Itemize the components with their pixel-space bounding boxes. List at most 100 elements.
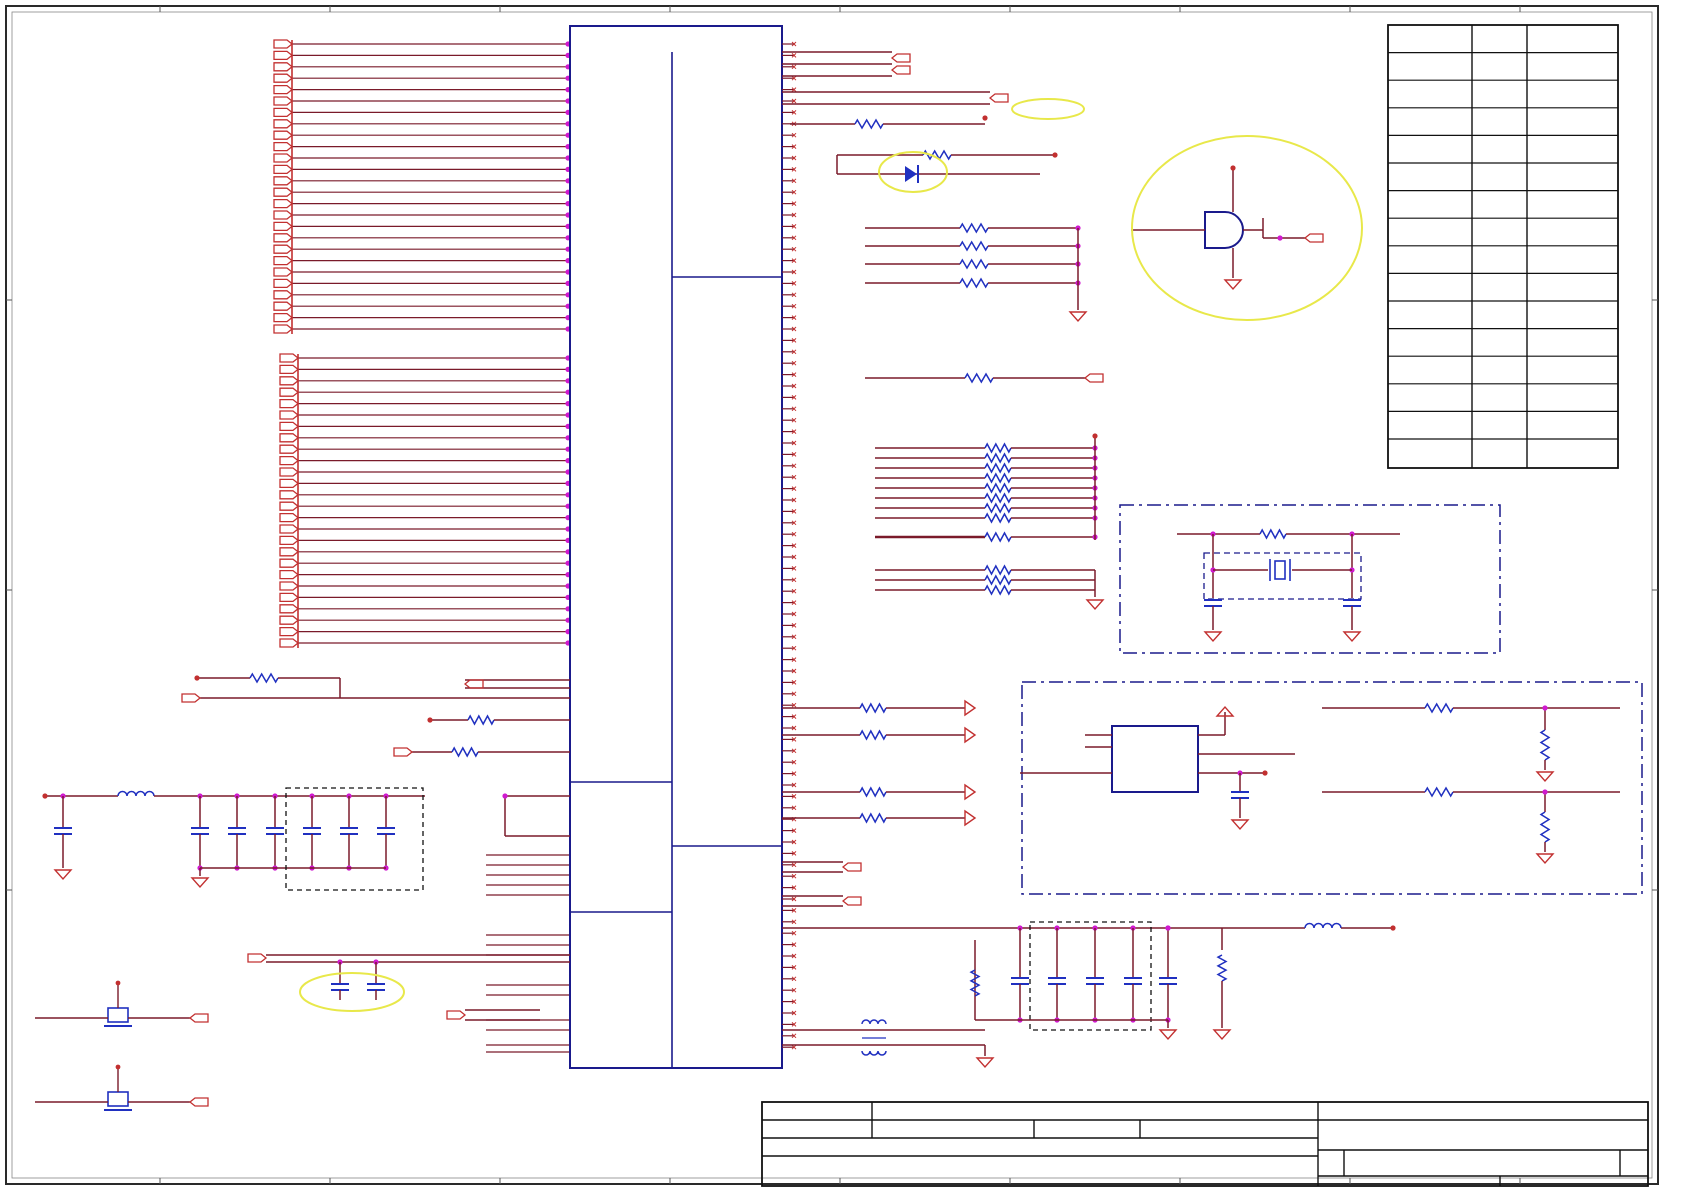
table-border [1387,24,1619,469]
crystal-oscillator-icon [1269,559,1291,581]
capacitor-icon [54,827,72,835]
logic-gate-highlight [1131,135,1363,321]
offpage-connector-icon [279,364,300,375]
offpage-connector-icon [273,198,294,209]
ground-triangle-icon [1223,279,1243,291]
junction-dot [502,793,508,799]
title-block [761,1101,1649,1187]
offpage-connector-icon [273,312,294,323]
offpage-connector-icon [273,107,294,118]
offpage-connector-icon [279,376,300,386]
offpage-connector-icon [841,896,862,906]
offpage-connector-icon [279,615,300,625]
zigzag-resistor-icon [984,492,1012,504]
mosfet-transistor-icon [104,980,132,1027]
net-label-highlight [1011,98,1085,120]
annotation-highlights [299,98,1363,1012]
zigzag-resistor-icon [854,118,884,130]
junction-dot [982,115,988,121]
power-arrow-icon [964,699,977,717]
zigzag-resistor-icon [984,462,1012,474]
offpage-connector-icon [273,210,294,220]
junction-dot [42,793,48,799]
offpage-connector-icon [279,626,300,637]
offpage-connector-icon [273,278,294,289]
power-arrow-icon [964,783,977,801]
zigzag-resistor-icon [984,502,1012,514]
capacitor-icon [191,827,209,835]
offpage-connector-icon [273,50,294,61]
offpage-connector-icon [1303,233,1324,243]
zigzag-resistor-icon [249,672,279,684]
offpage-connector-icon [279,558,300,568]
capacitor-icon [1086,977,1104,985]
capacitor-icon [1048,977,1066,985]
junction-dot [1542,705,1548,711]
offpage-connector-icon [247,953,268,963]
offpage-connector-icon [841,862,862,872]
offpage-connector-icon [273,187,294,197]
offpage-connector-icon [279,421,300,432]
crystal-box [1119,504,1501,654]
offpage-connector-icon [188,1013,209,1023]
offpage-connector-icon [279,398,300,409]
ground-triangle-icon [1342,631,1362,643]
capacitor-icon [1231,791,1249,799]
offpage-connector-icon [890,53,911,63]
zigzag-resistor-icon [984,564,1012,576]
offpage-connector-icon [279,387,300,397]
offpage-connector-icon [279,535,300,546]
zigzag-resistor-icon [1424,786,1454,798]
offpage-connector-icon [273,301,294,311]
revision-table [1387,24,1619,469]
zigzag-resistor-icon [859,786,887,798]
junction-dot [1230,165,1236,171]
zigzag-resistor-icon [1539,811,1551,843]
offpage-connector-icon [273,119,294,129]
offpage-connector-icon [273,221,294,232]
offpage-connector-icon [1083,373,1104,383]
zigzag-resistor-icon [984,472,1012,484]
zigzag-resistor-icon [859,729,887,741]
offpage-connector-icon [279,569,300,580]
zigzag-resistor-icon [984,531,1012,543]
zigzag-resistor-icon [959,258,989,270]
offpage-connector-icon [273,62,294,72]
capacitor-icon [228,827,246,835]
capacitor-icon [1204,599,1222,607]
offpage-connector-icon [273,324,294,334]
capacitor-icon [1011,977,1029,985]
titleblock-border [761,1101,1649,1187]
offpage-connector-icon [273,233,294,243]
capacitor-icon [340,827,358,835]
regulator-ic [1111,725,1199,793]
offpage-connector-icon [463,679,484,689]
capacitor-icon [1343,599,1361,607]
offpage-connector-icon [181,693,202,703]
capacitor-icon [1159,977,1177,985]
inner-border [11,11,1653,1179]
offpage-connector-icon [279,581,300,591]
zigzag-resistor-icon [959,240,989,252]
inductor-coil-icon [117,790,155,797]
regulator-box [1021,681,1643,895]
offpage-connector-icon [446,1010,467,1020]
zigzag-resistor-icon [1259,528,1287,540]
junction-dot [1390,925,1396,931]
zigzag-resistor-icon [984,584,1012,596]
junction-dot [1092,433,1098,439]
zigzag-resistor-icon [859,702,887,714]
offpage-connector-icon [273,255,294,266]
zigzag-resistor-icon [964,372,994,384]
junction-dot [1165,925,1171,931]
zigzag-resistor-icon [969,969,981,997]
ground-triangle-icon [1068,311,1088,323]
offpage-connector-icon [273,267,294,277]
zigzag-resistor-icon [859,812,887,824]
zigzag-resistor-icon [984,482,1012,494]
offpage-connector-icon [279,501,300,511]
decoupling-box [285,787,424,891]
power-arrow-icon [964,809,977,827]
capacitor-icon [377,827,395,835]
ground-triangle-icon [53,869,73,881]
